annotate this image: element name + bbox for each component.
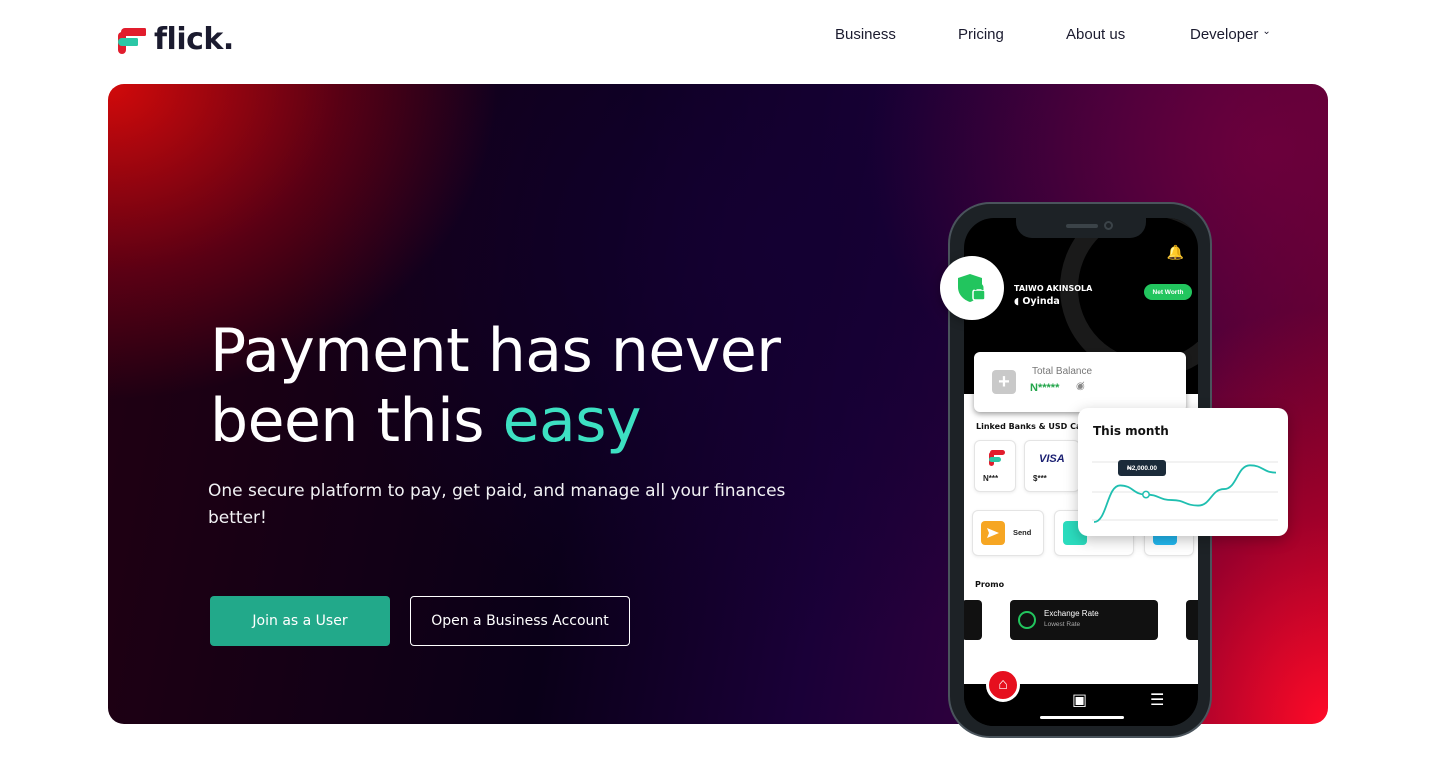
linked-flick-value: N***: [983, 474, 999, 483]
hero-title-accent: easy: [502, 386, 642, 456]
home-icon: ⌂: [986, 668, 1020, 702]
linked-flick-card: N***: [974, 440, 1016, 492]
hero-subtitle: One secure platform to pay, get paid, an…: [208, 481, 786, 528]
bell-icon: 🔔: [1166, 244, 1184, 260]
phone-notch: [1016, 218, 1146, 238]
home-indicator: [1040, 716, 1124, 719]
join-as-user-button[interactable]: Join as a User: [210, 596, 390, 646]
send-icon: [981, 521, 1005, 545]
menu-icon: ☰: [1150, 692, 1165, 709]
monthly-chart-card: This month ₦2,000.00: [1078, 408, 1288, 536]
nav-developer[interactable]: Developer ⌄: [1190, 26, 1271, 43]
nav-business[interactable]: Business: [835, 26, 896, 43]
hero-title-line1: Payment has never: [210, 316, 781, 386]
promo-title: Exchange Rate: [1044, 609, 1099, 618]
nav-developer-label: Developer: [1190, 26, 1259, 43]
chevron-down-icon: ⌄: [1262, 26, 1271, 37]
hero-title-prefix: been this: [210, 386, 503, 456]
exchange-icon: [1018, 611, 1036, 629]
wallet-icon: ▣: [1072, 692, 1088, 709]
promo-subtitle: Lowest Rate: [1044, 621, 1081, 628]
promo-label: Promo: [975, 580, 1005, 589]
send-action-tile: Send: [972, 510, 1044, 556]
nav-about-us[interactable]: About us: [1066, 26, 1125, 43]
hero-title: Payment has never been this easy: [210, 316, 781, 456]
balance-value: N*****: [1030, 382, 1060, 394]
send-label: Send: [1013, 528, 1032, 537]
balance-label: Total Balance: [1032, 366, 1093, 377]
nav-links: Business Pricing About us Developer ⌄: [0, 26, 1440, 50]
linked-visa-card: VISA $***: [1024, 440, 1080, 492]
flick-logo-icon: [989, 450, 1005, 466]
user-name: TAIWO AKINSOLA: [1014, 284, 1093, 293]
eye-off-icon: ◉̸: [1076, 381, 1085, 392]
linked-visa-value: $***: [1033, 474, 1047, 483]
visa-icon: VISA: [1039, 453, 1065, 465]
promo-card-right: [1186, 600, 1198, 640]
promo-card-left: [964, 600, 982, 640]
open-business-account-button[interactable]: Open a Business Account: [410, 596, 630, 646]
nav-pricing[interactable]: Pricing: [958, 26, 1004, 43]
balance-card: + Total Balance N***** ◉̸: [974, 352, 1186, 412]
top-navbar: flick. Business Pricing About us Develop…: [0, 0, 1440, 78]
hero-title-line2: been this easy: [210, 386, 780, 456]
chart-tooltip: ₦2,000.00: [1118, 460, 1166, 476]
security-badge: [940, 256, 1004, 320]
user-handle: ◖ Oyinda: [1014, 296, 1060, 307]
line-chart: [1092, 461, 1278, 523]
shield-lock-icon: [958, 274, 986, 302]
chart-highlight-point: [1142, 490, 1150, 499]
promo-card: Exchange Rate Lowest Rate: [1010, 600, 1158, 640]
net-worth-badge: Net Worth: [1144, 284, 1192, 300]
plus-icon: +: [992, 370, 1016, 394]
